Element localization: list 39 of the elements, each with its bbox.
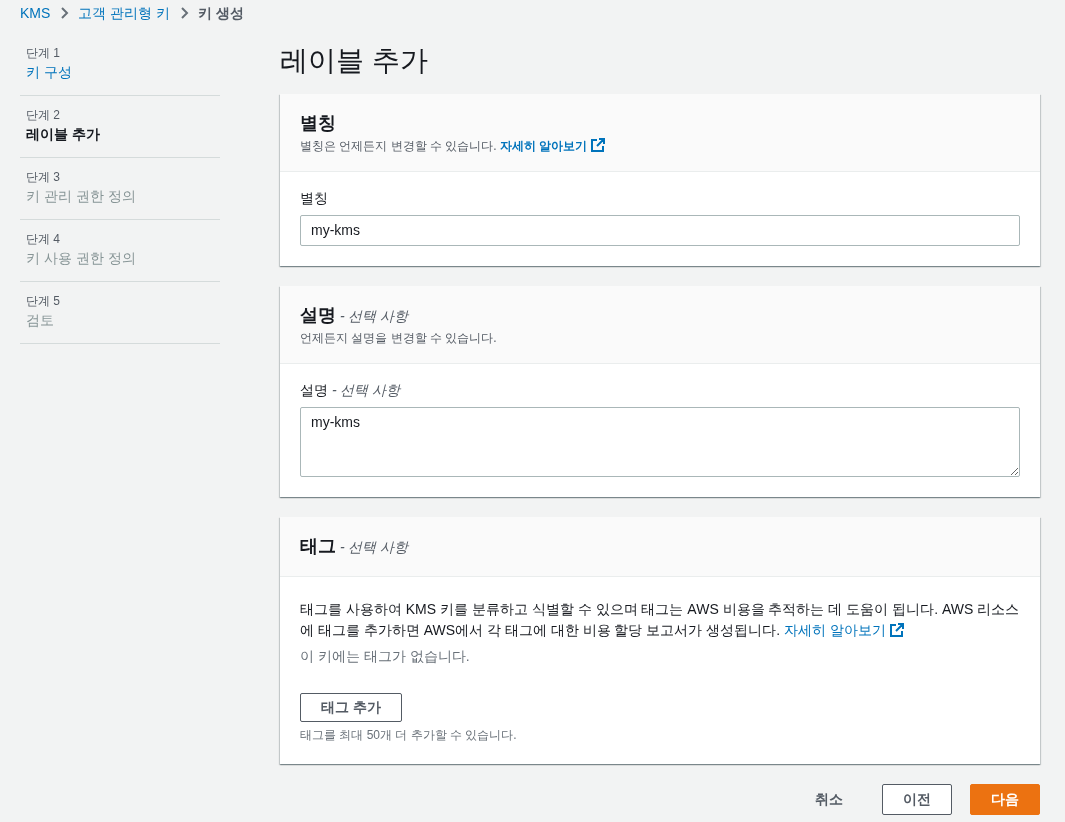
input-field[interactable]: my-kms <box>300 214 1020 246</box>
next-button[interactable]: 다음 <box>970 783 1040 815</box>
breadcrumb-current: 키 생성 <box>198 3 244 23</box>
field-label: 별칭 <box>300 189 328 206</box>
external-link-icon <box>889 623 904 638</box>
breadcrumb-link[interactable]: 고객 관리형 키 <box>78 2 171 24</box>
optional-label: - 선택 사항 <box>339 538 409 555</box>
text-area[interactable]: my-kms <box>300 406 1020 477</box>
field-label: 설명 <box>300 381 328 398</box>
page-title: 레이블 추가 <box>280 44 429 78</box>
optional-label: - 선택 사항 <box>339 307 409 324</box>
add-tag-button[interactable]: 태그 추가 <box>300 692 402 722</box>
empty-tags-message: 이 키에는 태그가 없습니다. <box>300 646 471 666</box>
chevron-right-icon <box>58 7 71 19</box>
learn-more-link[interactable]: 자세히 알아보기 <box>500 138 588 153</box>
step-number: 단계 5 <box>26 293 61 310</box>
breadcrumb-link[interactable]: KMS <box>20 2 51 24</box>
optional-label: - 선택 사항 <box>331 381 401 398</box>
tag-description: 태그를 사용하여 KMS 키를 분류하고 식별할 수 있으며 태그는 AWS 비용을 추적하는 데 도움이 됩니다. AWS 리소스에 태그를 추가하면 AWS에서 각 태그에 대한 비용 할당 보고서가 생성됩니다. 자세히 알아보기 <box>300 599 1020 641</box>
step-label: 키 사용 권한 정의 <box>26 249 137 268</box>
section-description: 별칭은 언제든지 변경할 수 있습니다. <box>300 138 497 153</box>
step-label: 키 관리 권한 정의 <box>26 187 137 206</box>
step-label: 레이블 추가 <box>26 125 101 144</box>
section-title: 설명 <box>300 304 336 325</box>
step-number: 단계 3 <box>26 169 61 186</box>
learn-more-link[interactable]: 자세히 알아보기 <box>784 622 886 639</box>
tag-limit-hint: 태그를 최대 50개 더 추가할 수 있습니다. <box>300 726 518 744</box>
section-title: 별칭 <box>300 112 336 133</box>
step-label: 검토 <box>26 311 55 330</box>
section-description: 언제든지 설명을 변경할 수 있습니다. <box>300 330 497 345</box>
chevron-right-icon <box>178 7 191 19</box>
external-link-icon <box>591 137 606 152</box>
step-number: 단계 1 <box>26 45 61 62</box>
step-number: 단계 2 <box>26 107 61 124</box>
cancel-button[interactable]: 취소 <box>794 784 864 814</box>
step-label[interactable]: 키 구성 <box>26 62 214 83</box>
section-title: 태그 <box>300 535 336 556</box>
step-number: 단계 4 <box>26 231 61 248</box>
previous-button[interactable]: 이전 <box>882 783 952 815</box>
